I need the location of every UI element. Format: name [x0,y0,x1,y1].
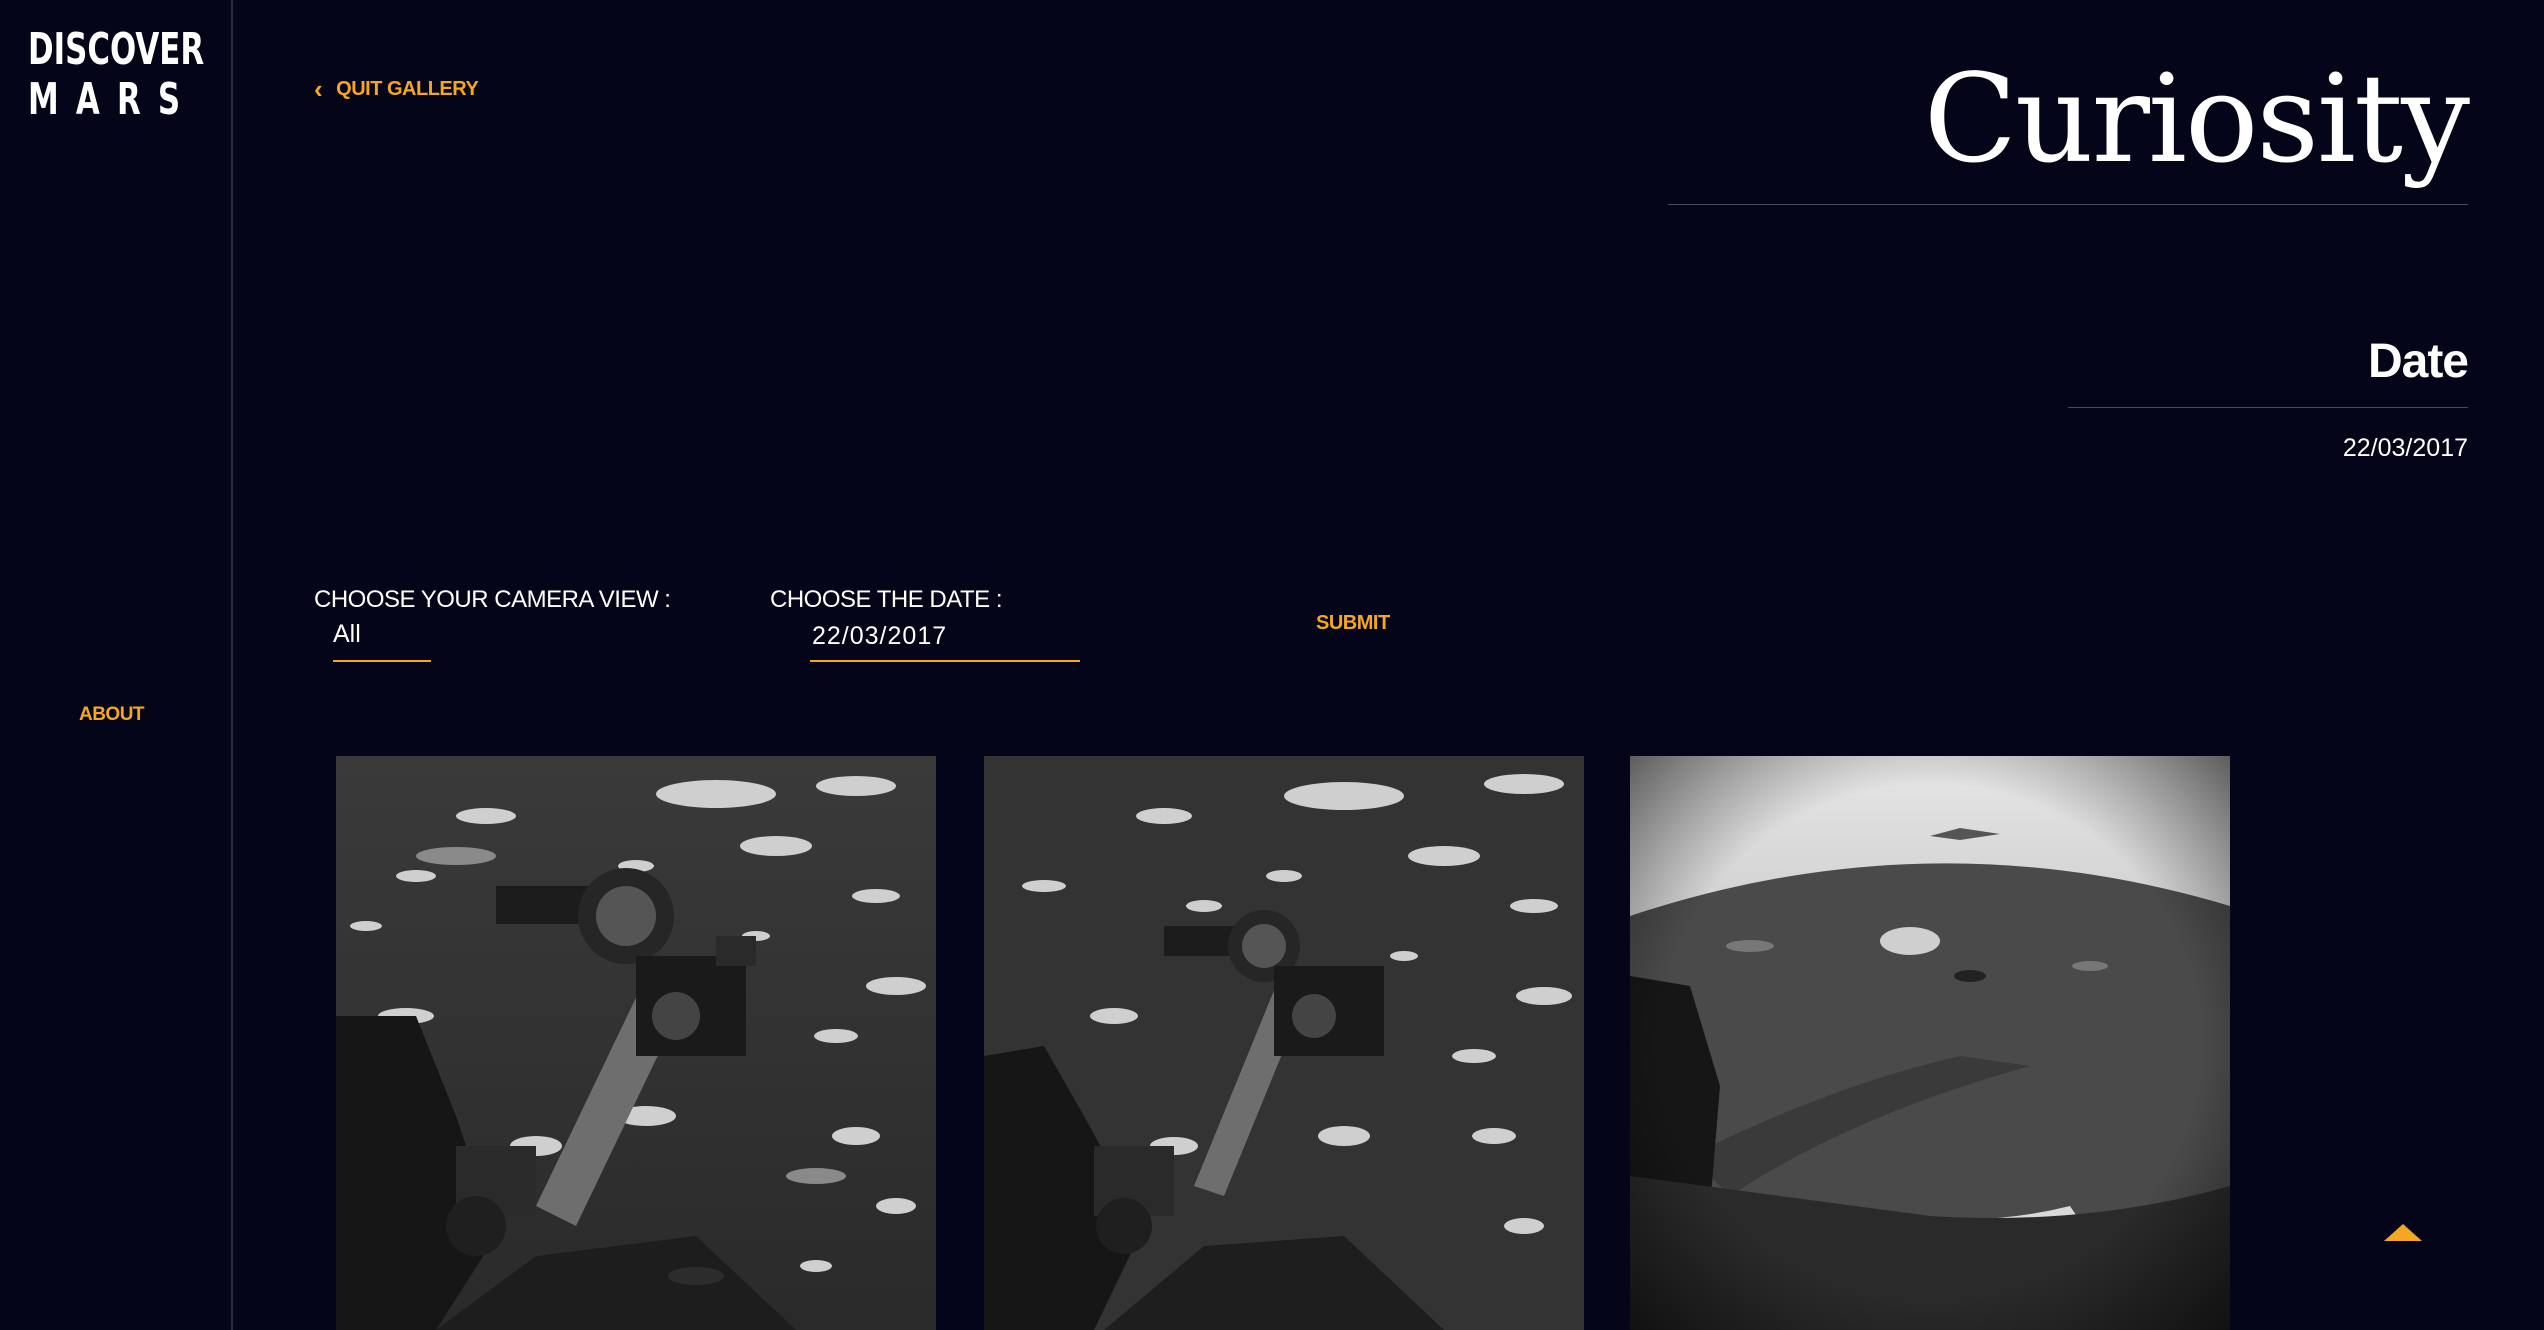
gallery-photo[interactable] [336,756,936,1330]
camera-view-select[interactable]: All [333,618,431,662]
date-input[interactable] [810,618,1080,662]
date-heading: Date [2367,335,2469,388]
rover-arm-photo [984,756,1584,1330]
rover-arm-photo [336,756,936,1330]
submit-button[interactable]: SUBMIT [1316,612,1390,635]
gallery-photo[interactable] [1630,756,2230,1330]
chevron-left-icon: ‹ [314,74,323,104]
logo-line-1: DISCOVER [28,24,205,75]
gallery-photo[interactable] [984,756,1584,1330]
quit-gallery-label: QUIT GALLERY [336,77,479,100]
date-divider [2068,407,2468,408]
quit-gallery-link[interactable]: ‹ QUIT GALLERY [314,74,479,104]
page-title: Curiosity [1923,48,2470,190]
about-link[interactable]: ABOUT [0,704,223,726]
current-date: 22/03/2017 [2342,434,2468,462]
discover-mars-logo[interactable]: DISCOVER MARS [28,28,254,122]
horizon-photo [1630,756,2230,1330]
title-divider [1668,204,2468,205]
logo-line-2: MARS [28,74,198,125]
date-label: CHOOSE THE DATE : [770,586,1002,613]
sidebar: DISCOVER MARS ABOUT [0,0,233,1330]
scroll-to-top-icon[interactable] [2384,1224,2422,1241]
camera-view-label: CHOOSE YOUR CAMERA VIEW : [314,586,671,613]
